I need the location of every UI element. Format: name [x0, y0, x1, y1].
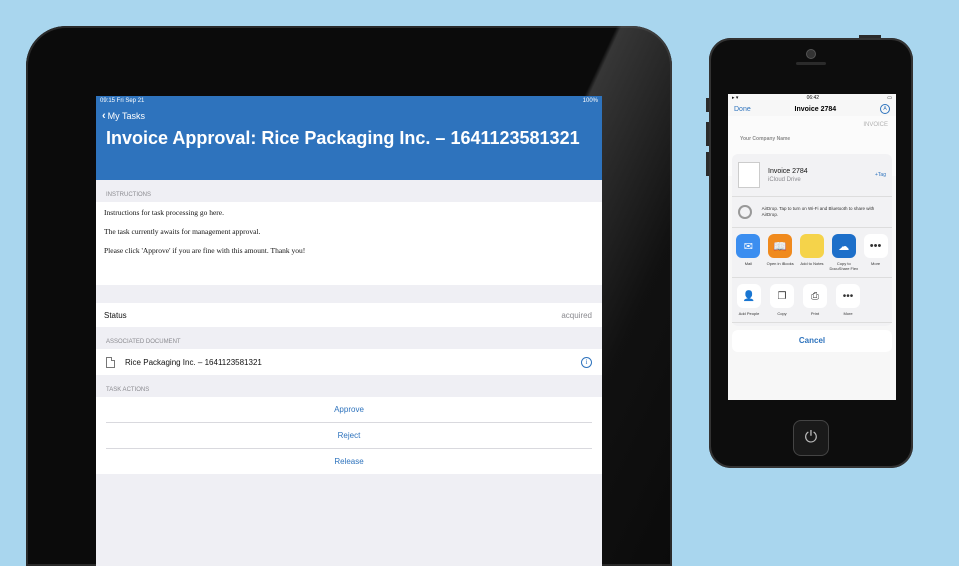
- document-name: Rice Packaging Inc. – 1641123581321: [125, 357, 262, 367]
- share-sheet: Invoice 2784 iCloud Drive +Tag AirDrop. …: [732, 154, 892, 326]
- iphone-nav-title: Invoice 2784: [794, 105, 837, 113]
- info-icon[interactable]: i: [581, 356, 592, 368]
- share-app-ibooks[interactable]: 📖 Open in iBooks: [766, 234, 795, 271]
- home-button[interactable]: ⏻: [793, 420, 829, 456]
- camera-icon: [806, 49, 816, 59]
- instructions-header: INSTRUCTIONS: [106, 192, 151, 198]
- power-icon: ⏻: [804, 429, 818, 446]
- share-app-mail[interactable]: ✉ Mail: [734, 234, 763, 271]
- action-label: Print: [810, 311, 820, 316]
- airdrop-text: AirDrop. Tap to turn on Wi-Fi and Blueto…: [761, 206, 875, 217]
- speaker-grille: [796, 62, 826, 65]
- document-icon: [106, 356, 115, 368]
- task-actions-list: Approve Reject Release: [96, 397, 602, 474]
- page-title: Invoice Approval: Rice Packaging Inc. – …: [106, 128, 580, 148]
- battery-indicator: 100%: [582, 98, 598, 104]
- ipad-screen: 09:15 Fri Sep 21 100% ‹ My Tasks Invoice…: [96, 96, 602, 566]
- invoice-label: INVOICE: [863, 122, 888, 128]
- iphone-screen: ▸ ▾ 06:42 ▭ Done Invoice 2784 A INVOICE …: [728, 94, 896, 400]
- status-label: Status: [104, 310, 127, 320]
- instruction-line: Please click 'Approve' if you are fine w…: [104, 246, 306, 255]
- file-name: Invoice 2784: [768, 167, 808, 175]
- status-row: Status acquired: [96, 303, 602, 327]
- file-location: iCloud Drive: [768, 176, 801, 183]
- battery-icon: ▭: [887, 95, 892, 101]
- share-file-row: Invoice 2784 iCloud Drive +Tag: [732, 154, 892, 197]
- copy-icon: ❐: [770, 284, 794, 308]
- share-app-more[interactable]: ••• More: [861, 234, 890, 271]
- reject-button[interactable]: Reject: [106, 423, 592, 449]
- status-time: 09:15 Fri Sep 21: [100, 98, 145, 104]
- iphone-device: ▸ ▾ 06:42 ▭ Done Invoice 2784 A INVOICE …: [706, 35, 913, 468]
- app-label: More: [871, 261, 881, 266]
- more-icon: •••: [836, 284, 860, 308]
- action-more[interactable]: ••• More: [833, 284, 863, 316]
- print-icon: ⎙: [803, 284, 827, 308]
- done-button[interactable]: Done: [734, 106, 751, 113]
- chevron-left-icon: ‹: [102, 110, 106, 122]
- share-app-notes[interactable]: Add to Notes: [798, 234, 827, 271]
- app-label: Copy to DocuShare Flex: [829, 261, 859, 271]
- power-button: [859, 35, 881, 38]
- back-button[interactable]: ‹ My Tasks: [96, 106, 602, 122]
- instruction-line: Instructions for task processing go here…: [104, 208, 224, 217]
- iphone-nav-bar: Done Invoice 2784 A: [728, 102, 896, 116]
- airdrop-row[interactable]: AirDrop. Tap to turn on Wi-Fi and Blueto…: [732, 197, 892, 228]
- mute-switch: [706, 98, 709, 112]
- status-value: acquired: [561, 310, 592, 320]
- ipad-device: 09:15 Fri Sep 21 100% ‹ My Tasks Invoice…: [26, 26, 672, 566]
- cloud-icon: ☁: [831, 234, 856, 258]
- navigation-bar: 09:15 Fri Sep 21 100% ‹ My Tasks Invoice…: [96, 96, 602, 180]
- volume-down-button: [706, 152, 709, 176]
- task-actions-header: TASK ACTIONS: [106, 387, 150, 393]
- app-label: Open in iBooks: [766, 261, 794, 266]
- iphone-status-bar: ▸ ▾ 06:42 ▭: [728, 94, 896, 102]
- action-add-people[interactable]: 👤 Add People: [734, 284, 764, 316]
- action-label: Copy: [777, 311, 787, 316]
- action-print[interactable]: ⎙ Print: [800, 284, 830, 316]
- share-app-docushare[interactable]: ☁ Copy to DocuShare Flex: [829, 234, 858, 271]
- file-thumbnail: [738, 162, 760, 188]
- add-people-icon: 👤: [737, 284, 761, 308]
- instruction-line: The task currently awaits for management…: [104, 227, 261, 236]
- app-label: Mail: [744, 261, 753, 266]
- markup-icon[interactable]: A: [880, 104, 890, 114]
- more-icon: •••: [863, 234, 888, 258]
- app-label: Add to Notes: [800, 261, 824, 266]
- approve-button[interactable]: Approve: [106, 397, 592, 423]
- notes-icon: [799, 234, 824, 258]
- document-row[interactable]: Rice Packaging Inc. – 1641123581321 i: [96, 349, 602, 375]
- release-button[interactable]: Release: [106, 449, 592, 474]
- airdrop-icon: [738, 205, 752, 219]
- add-tag-button[interactable]: +Tag: [875, 172, 886, 178]
- document-header: ASSOCIATED DOCUMENT: [106, 339, 181, 345]
- book-icon: 📖: [768, 234, 793, 258]
- share-apps-row: ✉ Mail 📖 Open in iBooks Add to Notes ☁ C…: [732, 228, 892, 278]
- company-name: Your Company Name: [740, 136, 791, 142]
- iphone-time: 06:42: [806, 95, 820, 101]
- action-label: Add People: [738, 311, 760, 316]
- cancel-button[interactable]: Cancel: [732, 330, 892, 352]
- share-actions-row: 👤 Add People ❐ Copy ⎙ Print ••• More: [732, 278, 892, 323]
- volume-up-button: [706, 122, 709, 146]
- status-bar: 09:15 Fri Sep 21 100%: [96, 96, 602, 106]
- action-copy[interactable]: ❐ Copy: [767, 284, 797, 316]
- signal-icon: ▸ ▾: [732, 95, 739, 101]
- back-label: My Tasks: [107, 111, 146, 121]
- instructions-block: Instructions for task processing go here…: [96, 202, 602, 285]
- mail-icon: ✉: [736, 234, 761, 258]
- action-label: More: [843, 311, 853, 316]
